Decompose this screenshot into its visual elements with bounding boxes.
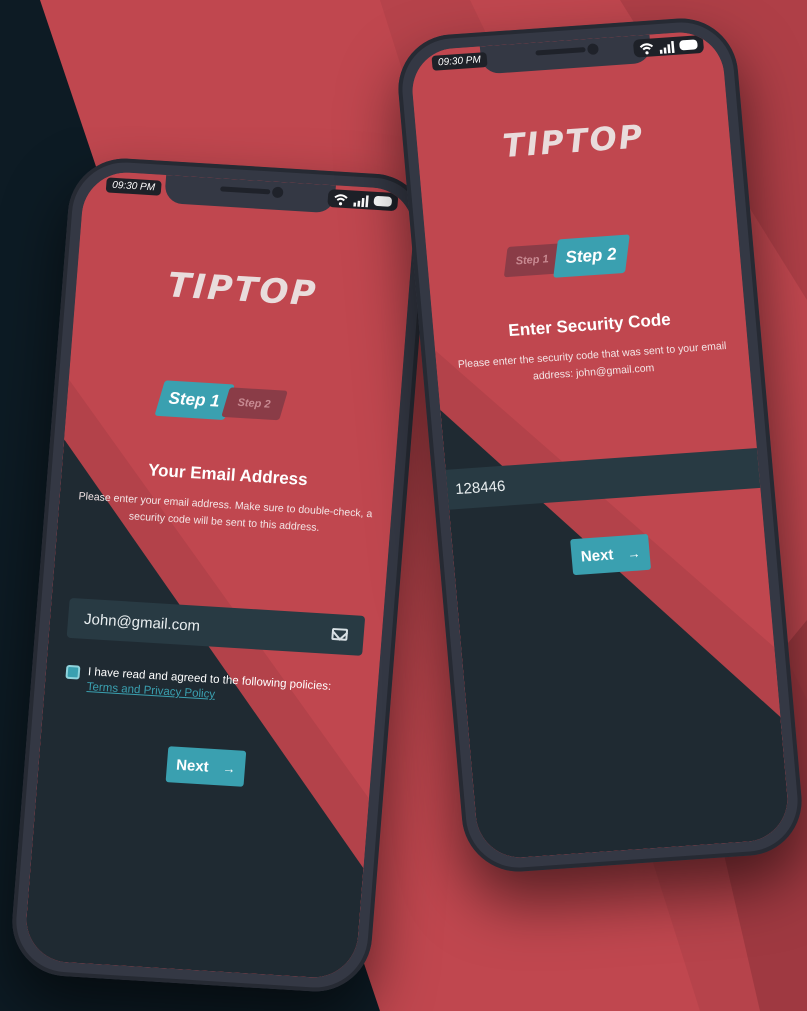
step-2-badge: Step 2 [221,387,288,421]
next-label: Next [580,545,615,566]
arrow-right-icon: → [222,760,237,776]
step-indicator: Step 1 Step 2 [154,380,288,423]
step-indicator: Step 1 Step 2 [503,234,630,281]
policy-text-block: I have read and agreed to the following … [86,665,332,710]
left-content: TIPTOP Step 1 Step 2 Your Email Address … [23,170,417,980]
next-label: Next [175,756,210,776]
wifi-icon [639,41,654,55]
email-value: John@gmail.com [83,610,201,635]
arrow-right-icon: → [626,544,641,561]
wifi-icon [333,192,348,206]
signal-icon [658,40,675,54]
phone-left-screen: 09:30 PM TIPTOP Step 1 Step 2 Your Email… [23,170,417,980]
code-value: 128446 [454,477,506,498]
page-description: Please enter the security code that was … [457,339,727,383]
security-code-field[interactable]: 128446 [437,447,769,511]
policy-checkbox[interactable] [65,664,81,680]
next-button[interactable]: Next → [570,533,652,576]
email-field[interactable]: John@gmail.com [66,597,366,656]
app-logo: TIPTOP [501,117,646,166]
next-button[interactable]: Next → [165,746,247,787]
phone-left: 09:30 PM TIPTOP Step 1 Step 2 Your Email… [8,155,432,995]
battery-icon [373,195,393,207]
step-2-badge: Step 2 [553,234,630,278]
phone-right-screen: 09:30 PM TIPTOP Step 1 Step 2 Enter Secu… [408,29,792,861]
phone-right: 09:30 PM TIPTOP Step 1 Step 2 Enter Secu… [393,14,807,876]
policy-agreement: I have read and agreed to the following … [64,664,360,712]
signal-icon [352,193,369,208]
battery-icon [679,39,698,51]
mail-icon [331,627,349,641]
right-content: TIPTOP Step 1 Step 2 Enter Security Code… [409,30,791,861]
app-logo: TIPTOP [166,265,319,315]
page-description: Please enter your email address. Make su… [78,490,373,534]
